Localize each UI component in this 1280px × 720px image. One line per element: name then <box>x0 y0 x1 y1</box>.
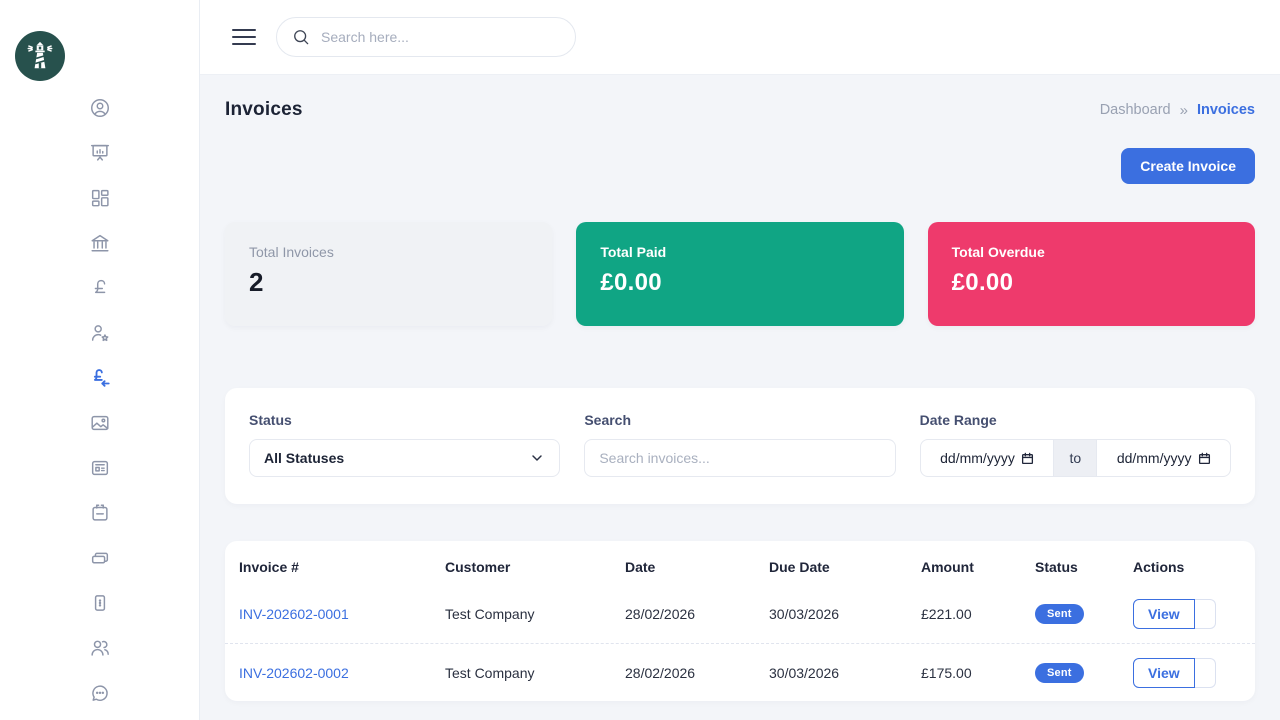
calendar-picker-icon[interactable] <box>1021 452 1034 465</box>
cards-icon[interactable] <box>88 546 112 570</box>
bank-icon[interactable] <box>88 231 112 255</box>
invoice-number-link[interactable]: INV-202602-0002 <box>239 665 445 681</box>
stat-label: Total Invoices <box>249 244 528 260</box>
column-header: Date <box>625 559 769 575</box>
status-select[interactable]: All Statuses <box>249 439 560 477</box>
stat-label: Total Overdue <box>952 244 1231 260</box>
stat-value: £0.00 <box>952 269 1231 297</box>
invoices-table: Invoice # Customer Date Due Date Amount … <box>225 541 1255 701</box>
breadcrumb-separator-icon: » <box>1180 102 1188 119</box>
date-cell: 28/02/2026 <box>625 606 769 622</box>
pound-sterling-icon[interactable] <box>88 276 112 300</box>
view-button[interactable]: View <box>1133 658 1195 688</box>
image-icon[interactable] <box>88 411 112 435</box>
global-search[interactable] <box>276 17 576 57</box>
stat-value: £0.00 <box>600 269 879 297</box>
amount-cell: £175.00 <box>921 665 1035 681</box>
due-date-cell: 30/03/2026 <box>769 665 921 681</box>
date-from-input[interactable]: dd/mm/yyyy <box>921 440 1054 476</box>
status-select-value: All Statuses <box>264 450 344 466</box>
table-row: INV-202602-0001 Test Company 28/02/2026 … <box>225 585 1255 643</box>
search-filter-label: Search <box>584 412 895 428</box>
date-range-label: Date Range <box>920 412 1231 428</box>
layout-grid-icon[interactable] <box>88 186 112 210</box>
status-badge: Sent <box>1035 663 1084 683</box>
status-filter-label: Status <box>249 412 560 428</box>
newspaper-icon[interactable] <box>88 456 112 480</box>
calendar-icon[interactable] <box>88 501 112 525</box>
stat-value: 2 <box>249 267 528 298</box>
view-button[interactable]: View <box>1133 599 1195 629</box>
breadcrumb-dashboard[interactable]: Dashboard <box>1100 102 1171 118</box>
customer-cell: Test Company <box>445 606 625 622</box>
column-header: Amount <box>921 559 1035 575</box>
customer-cell: Test Company <box>445 665 625 681</box>
date-range-to-label: to <box>1053 440 1097 476</box>
hamburger-menu-icon[interactable] <box>232 29 256 45</box>
total-paid-card: Total Paid £0.00 <box>576 222 903 326</box>
column-header: Due Date <box>769 559 921 575</box>
column-header: Invoice # <box>239 559 445 575</box>
date-to-input[interactable]: dd/mm/yyyy <box>1097 440 1230 476</box>
date-cell: 28/02/2026 <box>625 665 769 681</box>
pound-receive-icon[interactable] <box>88 366 112 390</box>
users-icon[interactable] <box>88 636 112 660</box>
topbar <box>200 0 1280 75</box>
total-invoices-card: Total Invoices 2 <box>225 222 552 326</box>
due-date-cell: 30/03/2026 <box>769 606 921 622</box>
breadcrumb-invoices: Invoices <box>1197 102 1255 118</box>
chevron-down-icon <box>529 450 545 466</box>
status-badge: Sent <box>1035 604 1084 624</box>
page-title: Invoices <box>225 99 303 121</box>
view-dropdown-toggle[interactable] <box>1195 599 1216 629</box>
create-invoice-button[interactable]: Create Invoice <box>1121 148 1255 184</box>
search-icon <box>291 27 311 47</box>
sidebar-nav <box>0 96 199 705</box>
filter-panel: Status All Statuses Search Date Range dd… <box>225 388 1255 504</box>
invoice-search-input[interactable] <box>584 439 895 477</box>
main-content: Invoices Dashboard » Invoices Create Inv… <box>200 75 1280 720</box>
invoice-number-link[interactable]: INV-202602-0001 <box>239 606 445 622</box>
sidebar <box>0 0 200 720</box>
stat-label: Total Paid <box>600 244 879 260</box>
user-circle-icon[interactable] <box>88 96 112 120</box>
stat-cards: Total Invoices 2 Total Paid £0.00 Total … <box>225 222 1255 326</box>
table-body: INV-202602-0001 Test Company 28/02/2026 … <box>225 585 1255 701</box>
phone-menu-icon[interactable] <box>88 591 112 615</box>
table-header-row: Invoice # Customer Date Due Date Amount … <box>225 541 1255 585</box>
breadcrumb: Dashboard » Invoices <box>1100 102 1255 119</box>
column-header: Status <box>1035 559 1133 575</box>
view-dropdown-toggle[interactable] <box>1195 658 1216 688</box>
column-header: Actions <box>1133 559 1255 575</box>
presentation-chart-icon[interactable] <box>88 141 112 165</box>
calendar-picker-icon[interactable] <box>1198 452 1211 465</box>
amount-cell: £221.00 <box>921 606 1035 622</box>
date-to-value: dd/mm/yyyy <box>1117 450 1192 466</box>
date-from-value: dd/mm/yyyy <box>940 450 1015 466</box>
search-input[interactable] <box>321 29 561 45</box>
total-overdue-card: Total Overdue £0.00 <box>928 222 1255 326</box>
table-row: INV-202602-0002 Test Company 28/02/2026 … <box>225 643 1255 701</box>
date-range-group: dd/mm/yyyy to dd/mm/yyyy <box>920 439 1231 477</box>
lighthouse-logo[interactable] <box>15 31 65 81</box>
chat-icon[interactable] <box>88 681 112 705</box>
column-header: Customer <box>445 559 625 575</box>
actions-group: View <box>1133 599 1216 629</box>
user-star-icon[interactable] <box>88 321 112 345</box>
actions-group: View <box>1133 658 1216 688</box>
